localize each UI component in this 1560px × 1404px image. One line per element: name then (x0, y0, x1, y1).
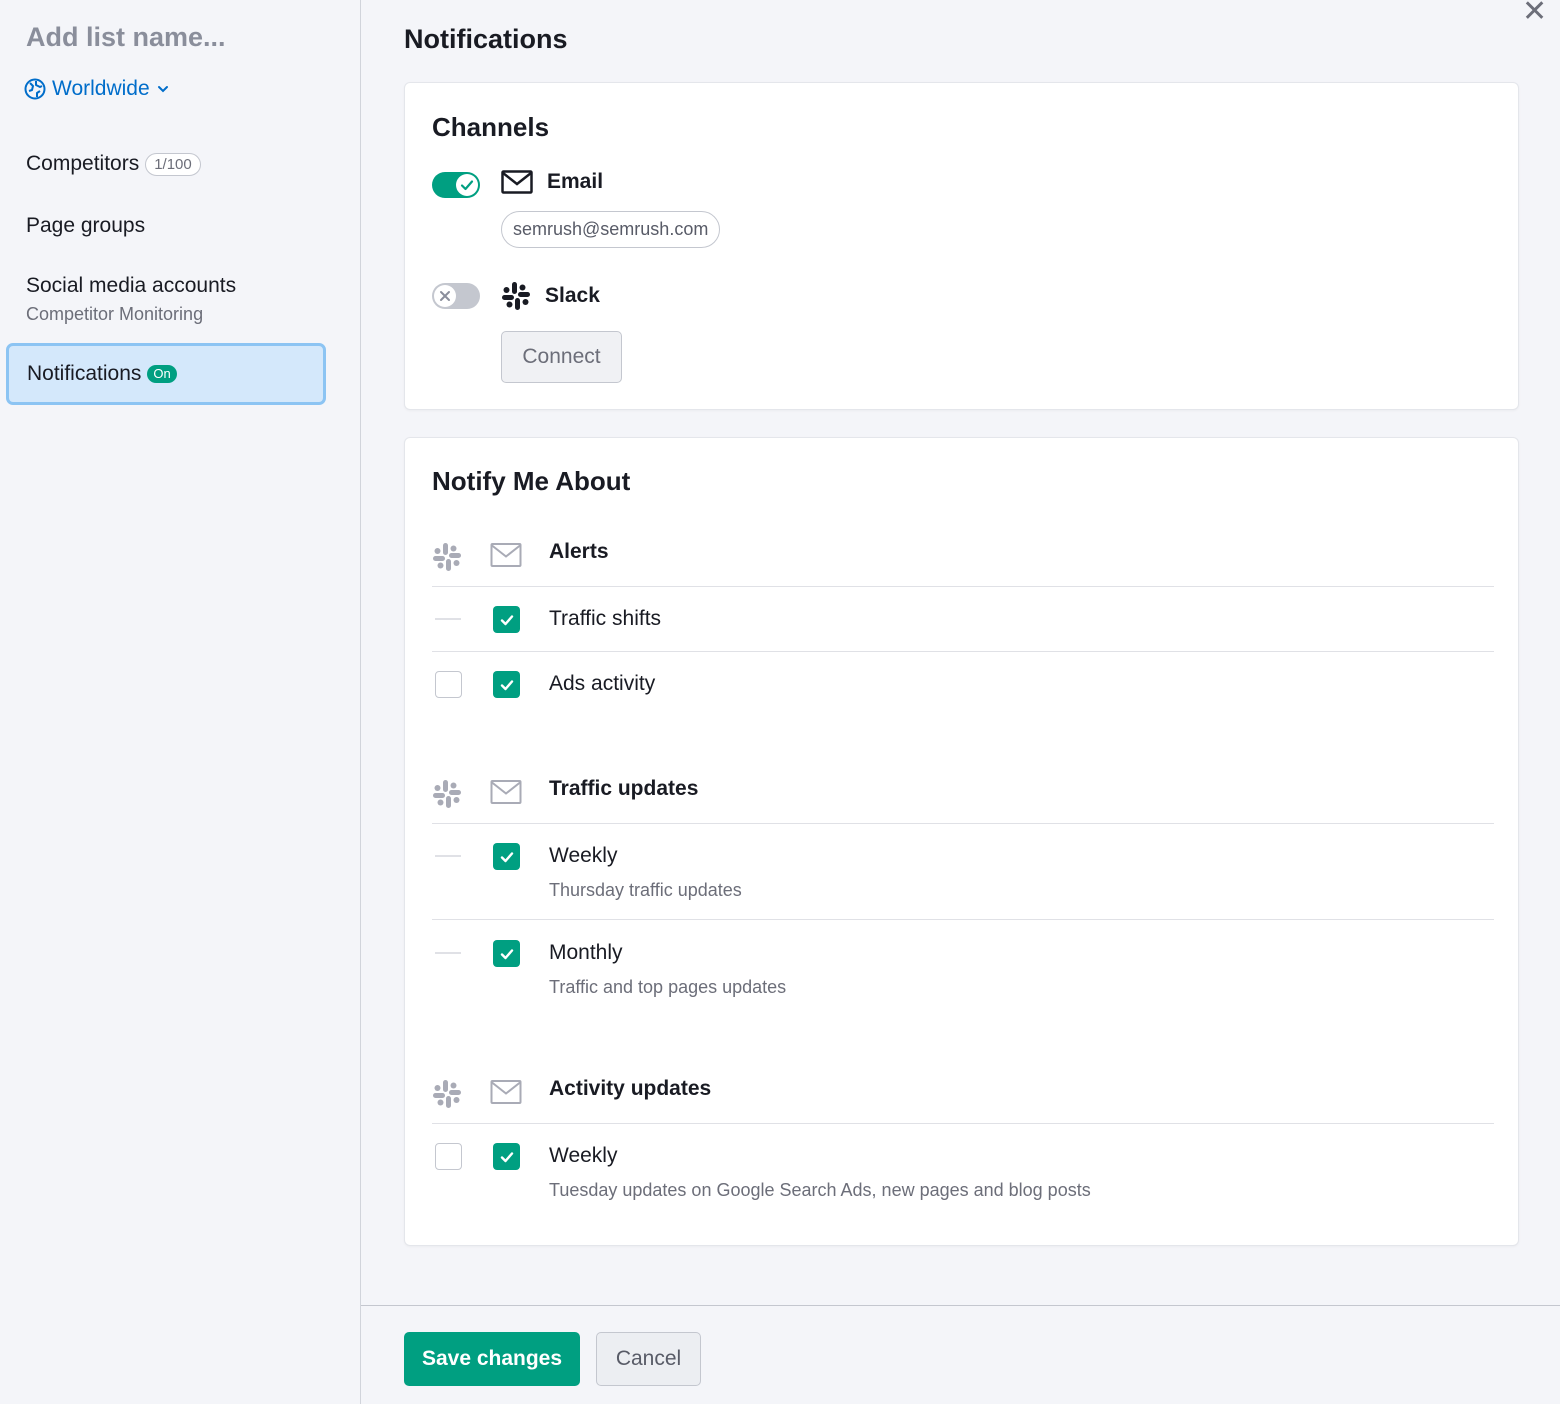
slack-icon (433, 543, 461, 571)
close-icon[interactable]: ✕ (1522, 0, 1547, 27)
page-title: Notifications (404, 24, 568, 54)
slack-channel: Slack (501, 281, 600, 311)
item-description: Traffic and top pages updates (549, 977, 787, 997)
divider (432, 823, 1494, 824)
sidebar-item-notifications[interactable]: Notifications On (6, 343, 326, 405)
list-item: Monthly Traffic and top pages updates (432, 940, 1494, 1010)
sidebar-item-social-media[interactable]: Social media accounts (26, 274, 236, 298)
sidebar-item-label: Social media accounts (26, 274, 237, 297)
slack-checkbox[interactable] (435, 1143, 462, 1170)
email-checkbox[interactable] (493, 940, 520, 967)
email-channel: Email (501, 170, 603, 194)
activity-group-title: Activity updates (549, 1077, 712, 1100)
divider (432, 651, 1494, 652)
slack-toggle[interactable] (432, 283, 480, 309)
slack-icon (502, 282, 530, 310)
divider (432, 919, 1494, 920)
item-description: Thursday traffic updates (549, 880, 742, 900)
toggle-knob (434, 285, 456, 307)
sidebar: Add list name... Worldwide Competitors 1… (0, 0, 361, 1404)
sidebar-item-page-groups[interactable]: Page groups (26, 214, 145, 238)
slack-unavailable-dash (435, 952, 461, 954)
list-item: Weekly Thursday traffic updates (432, 843, 1494, 913)
cancel-button[interactable]: Cancel (596, 1332, 701, 1386)
email-toggle[interactable] (432, 172, 480, 198)
notify-title: Notify Me About (432, 466, 631, 496)
list-name-input[interactable]: Add list name... (26, 22, 226, 53)
divider (432, 586, 1494, 587)
sidebar-item-label: Page groups (26, 214, 146, 237)
status-badge: On (147, 364, 177, 384)
region-selector[interactable]: Worldwide (24, 77, 170, 101)
toggle-knob (456, 174, 478, 196)
item-label: Ads activity (549, 672, 656, 695)
email-checkbox[interactable] (493, 843, 520, 870)
slack-connect-button[interactable]: Connect (501, 331, 622, 383)
list-item: Traffic shifts (432, 606, 1494, 646)
mail-icon (490, 1080, 522, 1104)
divider (432, 1123, 1494, 1124)
sidebar-item-sublabel: Competitor Monitoring (26, 304, 204, 324)
email-checkbox[interactable] (493, 1143, 520, 1170)
slack-icon (433, 780, 461, 808)
check-icon (500, 851, 513, 862)
slack-label: Slack (545, 284, 600, 307)
channels-card: Channels Email semrush@semrush.com Slack… (404, 82, 1519, 410)
channels-title: Channels (432, 112, 550, 142)
alerts-group-title: Alerts (549, 540, 609, 563)
footer-bar: Save changes Cancel (361, 1305, 1560, 1404)
check-icon (500, 679, 513, 690)
email-address-chip: semrush@semrush.com (501, 211, 721, 248)
mail-icon (501, 170, 533, 194)
notify-card: Notify Me About Alerts Traffic shifts Ad… (404, 437, 1519, 1246)
sidebar-item-competitors[interactable]: Competitors 1/100 (26, 152, 201, 176)
competitors-count-badge: 1/100 (145, 152, 201, 176)
item-description: Tuesday updates on Google Search Ads, ne… (549, 1180, 1091, 1200)
check-icon (460, 180, 474, 191)
list-item: Ads activity (432, 671, 1494, 711)
traffic-group-title: Traffic updates (549, 777, 699, 800)
slack-unavailable-dash (435, 618, 461, 620)
check-icon (500, 614, 513, 625)
check-icon (500, 1151, 513, 1162)
close-icon (440, 291, 450, 301)
item-label: Weekly (549, 844, 618, 867)
mail-icon (490, 780, 522, 804)
email-label: Email (547, 170, 604, 193)
activity-group-header: Activity updates (432, 1073, 1494, 1113)
check-icon (500, 948, 513, 959)
sidebar-item-label: Competitors (26, 152, 140, 175)
mail-icon (490, 543, 522, 567)
traffic-group-header: Traffic updates (432, 773, 1494, 813)
save-button[interactable]: Save changes (404, 1332, 580, 1386)
globe-icon (24, 78, 46, 100)
item-label: Weekly (549, 1144, 618, 1167)
region-label: Worldwide (52, 77, 150, 100)
slack-unavailable-dash (435, 855, 461, 857)
item-label: Traffic shifts (549, 607, 662, 630)
sidebar-item-label: Notifications (27, 362, 142, 385)
email-checkbox[interactable] (493, 671, 520, 698)
list-item: Weekly Tuesday updates on Google Search … (432, 1143, 1494, 1213)
chevron-down-icon (157, 86, 168, 93)
alerts-group-header: Alerts (432, 536, 1494, 576)
item-label: Monthly (549, 941, 623, 964)
slack-icon (433, 1080, 461, 1108)
email-checkbox[interactable] (493, 606, 520, 633)
slack-checkbox[interactable] (435, 671, 462, 698)
